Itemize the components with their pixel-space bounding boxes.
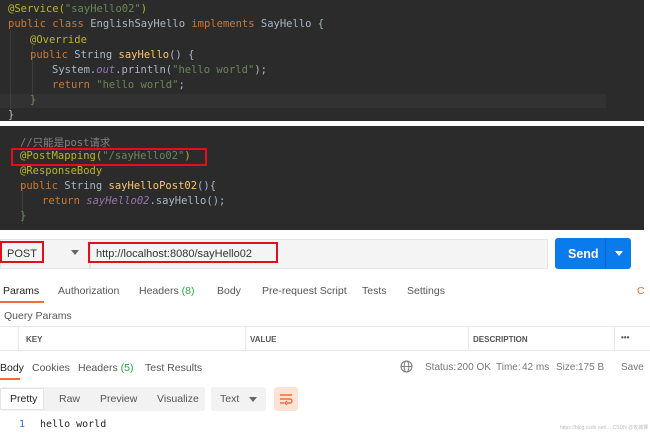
tab-tests[interactable]: Tests (362, 285, 387, 297)
tab-response-cookies[interactable]: Cookies (32, 362, 70, 374)
url-highlight-box (88, 242, 278, 263)
column-divider (468, 326, 469, 351)
format-raw[interactable]: Raw (59, 393, 80, 405)
tab-response-body[interactable]: Body (0, 362, 24, 374)
column-description: DESCRIPTION (473, 335, 528, 344)
time-value: 42 ms (522, 362, 550, 373)
code-line: } (30, 94, 37, 106)
code-line: public String sayHelloPost02(){ (20, 180, 217, 192)
save-response-button[interactable]: Save (621, 362, 644, 373)
time-label: Time: (496, 362, 521, 373)
code-line: @Service("sayHello02") (8, 3, 148, 15)
send-divider (605, 238, 606, 269)
watermark: https://blog.csdn.net/… CSDN @攻城狮 (560, 425, 649, 431)
code-editor-top[interactable]: @Service("sayHello02") public class Engl… (0, 0, 644, 121)
cookies-link[interactable]: C (637, 285, 645, 297)
code-line: public String sayHello() { (30, 49, 195, 61)
size-value: 175 B (578, 362, 605, 373)
tab-authorization[interactable]: Authorization (58, 285, 119, 297)
active-tab-indicator (0, 301, 44, 303)
active-tab-indicator (0, 378, 20, 380)
status-value: 200 OK (457, 362, 491, 373)
code-editor-bottom[interactable]: //只能是post请求 @PostMapping("/sayHello02") … (0, 126, 644, 230)
send-label: Send (568, 247, 599, 261)
column-divider (245, 326, 246, 351)
column-divider (614, 326, 615, 351)
chevron-down-icon[interactable] (615, 251, 623, 256)
params-table-header (0, 326, 650, 351)
code-line: } (20, 210, 27, 222)
method-highlight-box (0, 241, 44, 263)
tab-test-results[interactable]: Test Results (145, 362, 202, 374)
tab-params[interactable]: Params (3, 285, 39, 297)
indent-guide (10, 30, 11, 120)
column-divider (18, 326, 19, 351)
highlight-box (11, 148, 207, 166)
globe-icon[interactable] (400, 360, 413, 378)
current-line-highlight (0, 94, 606, 108)
wrap-lines-button[interactable] (274, 387, 298, 411)
chevron-down-icon (71, 250, 79, 255)
status-label: Status: (425, 362, 457, 373)
code-line: public class EnglishSayHello implements … (8, 18, 325, 30)
tab-headers[interactable]: Headers (8) (139, 285, 194, 297)
format-pretty[interactable]: Pretty (10, 393, 37, 405)
response-text: hello world (40, 419, 107, 430)
more-options-icon[interactable]: ••• (621, 333, 629, 342)
wrap-lines-icon (280, 394, 293, 406)
code-line: } (8, 109, 15, 121)
tab-settings[interactable]: Settings (407, 285, 445, 297)
format-preview[interactable]: Preview (100, 393, 137, 405)
text-type-label: Text (220, 393, 240, 405)
code-line: @ResponseBody (20, 165, 103, 177)
tab-response-headers[interactable]: Headers (5) (78, 362, 133, 374)
code-line: return sayHello02.sayHello(); (42, 195, 226, 207)
column-value: VALUE (250, 335, 277, 344)
chevron-down-icon (249, 397, 257, 402)
tab-body[interactable]: Body (217, 285, 241, 297)
line-number: 1 (19, 419, 26, 430)
size-label: Size: (556, 362, 579, 373)
query-params-title: Query Params (4, 310, 72, 322)
format-visualize[interactable]: Visualize (157, 393, 199, 405)
tab-prerequest-script[interactable]: Pre-request Script (262, 285, 347, 297)
code-line: return "hello world"; (52, 79, 185, 91)
code-line: System.out.println("hello world"); (52, 64, 267, 76)
column-key: KEY (26, 335, 43, 344)
code-line: @Override (30, 34, 87, 46)
